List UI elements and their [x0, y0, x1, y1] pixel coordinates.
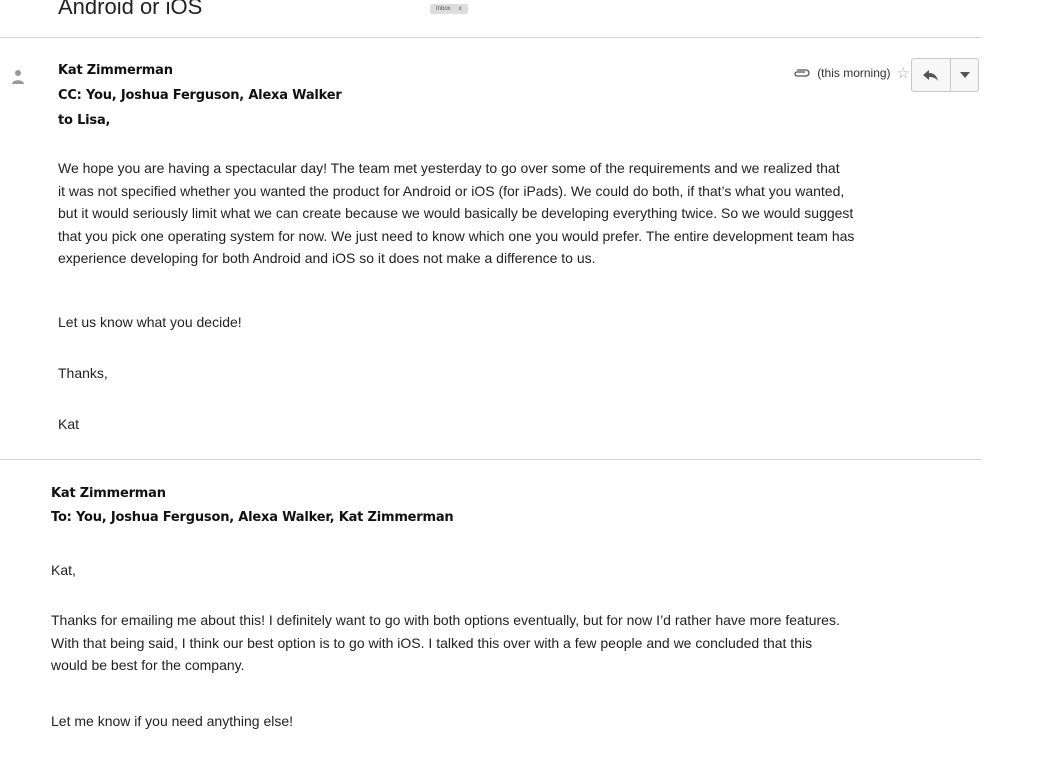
message2-sender[interactable]: Kat Zimmerman	[51, 486, 166, 501]
message1-signature: Kat	[58, 416, 80, 432]
inbox-label-text: Inbox	[436, 6, 451, 12]
message1-to: to Lisa,	[58, 113, 111, 128]
message1-sender[interactable]: Kat Zimmerman	[58, 63, 173, 78]
dropdown-arrow-icon	[959, 72, 970, 78]
message2-paragraph2: Let me know if you need anything else!	[51, 713, 294, 729]
header-divider	[0, 37, 982, 38]
message2-greeting: Kat,	[51, 562, 76, 578]
body-line: experience developing for both Android a…	[58, 250, 596, 266]
message1-actions	[911, 58, 979, 92]
inbox-label-chip[interactable]: Inbox x	[430, 4, 468, 14]
body-line: would be best for the company.	[51, 657, 245, 673]
body-line: it was not specified whether you wanted …	[58, 182, 845, 199]
message1-closing: Thanks,	[58, 365, 108, 381]
more-options-button[interactable]	[951, 58, 979, 92]
body-line: that you pick one operating system for n…	[58, 227, 855, 244]
message1-time: (this morning)	[817, 66, 891, 80]
email-subject: Android or iOS	[58, 0, 203, 19]
remove-label-icon[interactable]: x	[459, 6, 462, 12]
body-line: Thanks for emailing me about this! I def…	[51, 612, 840, 628]
paperclip-icon[interactable]	[793, 68, 811, 78]
star-icon[interactable]: ☆	[897, 64, 910, 82]
message-divider	[0, 459, 982, 460]
message2-body: Thanks for emailing me about this! I def…	[51, 609, 840, 677]
reply-icon	[923, 70, 938, 81]
message1-body: We hope you are having a spectacular day…	[58, 157, 854, 270]
body-line: but it would seriously limit what we can…	[58, 205, 854, 221]
message1-meta: (this morning) ☆	[793, 64, 910, 82]
body-line: We hope you are having a spectacular day…	[58, 160, 840, 176]
person-icon	[12, 70, 24, 84]
body-line: With that being said, I think our best o…	[51, 634, 813, 651]
message2-to: To: You, Joshua Ferguson, Alexa Walker, …	[51, 510, 454, 525]
reply-button[interactable]	[911, 58, 951, 92]
message1-paragraph2: Let us know what you decide!	[58, 314, 242, 330]
message1-cc: CC: You, Joshua Ferguson, Alexa Walker	[58, 88, 342, 103]
